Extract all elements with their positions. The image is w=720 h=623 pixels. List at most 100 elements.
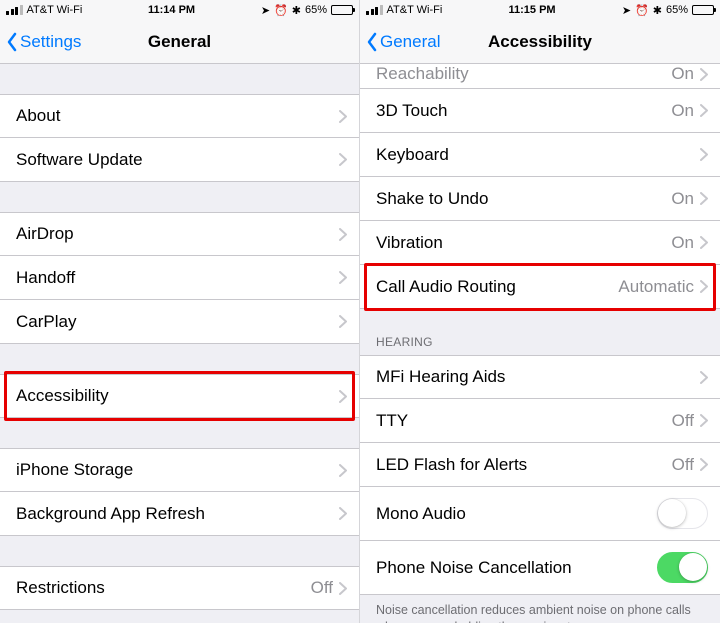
row-value: Off bbox=[672, 411, 694, 431]
row-handoff[interactable]: Handoff bbox=[0, 256, 359, 300]
row-phone-noise-cancellation[interactable]: Phone Noise Cancellation bbox=[360, 541, 720, 595]
row-label: LED Flash for Alerts bbox=[376, 455, 672, 475]
row-label: Call Audio Routing bbox=[376, 277, 618, 297]
row-vibration[interactable]: Vibration On bbox=[360, 221, 720, 265]
row-label: Restrictions bbox=[16, 578, 311, 598]
settings-list: Reachability On 3D Touch On Keyboard Sha… bbox=[360, 64, 720, 623]
row-label: Handoff bbox=[16, 268, 339, 288]
row-3d-touch[interactable]: 3D Touch On bbox=[360, 89, 720, 133]
chevron-left-icon bbox=[366, 32, 378, 52]
battery-icon bbox=[331, 5, 353, 15]
back-button[interactable]: Settings bbox=[0, 32, 87, 52]
row-label: Software Update bbox=[16, 150, 339, 170]
row-label: Reachability bbox=[376, 64, 671, 84]
chevron-left-icon bbox=[6, 32, 18, 52]
row-airdrop[interactable]: AirDrop bbox=[0, 212, 359, 256]
section-footer-hearing: Noise cancellation reduces ambient noise… bbox=[360, 595, 720, 623]
row-value: On bbox=[671, 64, 694, 84]
chevron-right-icon bbox=[339, 390, 347, 403]
chevron-right-icon bbox=[339, 582, 347, 595]
chevron-right-icon bbox=[700, 192, 708, 205]
row-label: 3D Touch bbox=[376, 101, 671, 121]
chevron-right-icon bbox=[700, 414, 708, 427]
clock: 11:14 PM bbox=[82, 4, 261, 16]
row-tty[interactable]: TTY Off bbox=[360, 399, 720, 443]
bluetooth-icon: ✱ bbox=[653, 4, 662, 17]
chevron-right-icon bbox=[700, 68, 708, 81]
nav-bar: Settings General bbox=[0, 20, 359, 64]
screenshot-accessibility-settings: AT&T Wi-Fi 11:15 PM ➤ ⏰ ✱ 65% General Ac… bbox=[360, 0, 720, 623]
chevron-right-icon bbox=[339, 315, 347, 328]
row-restrictions[interactable]: Restrictions Off bbox=[0, 566, 359, 610]
row-accessibility[interactable]: Accessibility bbox=[0, 374, 359, 418]
row-label: Keyboard bbox=[376, 145, 700, 165]
signal-icon bbox=[366, 5, 383, 15]
row-mono-audio[interactable]: Mono Audio bbox=[360, 487, 720, 541]
carrier-label: AT&T Wi-Fi bbox=[387, 4, 443, 16]
row-shake-to-undo[interactable]: Shake to Undo On bbox=[360, 177, 720, 221]
row-mfi-hearing-aids[interactable]: MFi Hearing Aids bbox=[360, 355, 720, 399]
status-bar: AT&T Wi-Fi 11:14 PM ➤ ⏰ ✱ 65% bbox=[0, 0, 359, 20]
chevron-right-icon bbox=[339, 271, 347, 284]
chevron-right-icon bbox=[700, 371, 708, 384]
screenshot-general-settings: AT&T Wi-Fi 11:14 PM ➤ ⏰ ✱ 65% Settings G… bbox=[0, 0, 360, 623]
chevron-right-icon bbox=[339, 464, 347, 477]
clock: 11:15 PM bbox=[442, 4, 622, 16]
toggle-mono-audio[interactable] bbox=[657, 498, 708, 529]
chevron-right-icon bbox=[700, 148, 708, 161]
signal-icon bbox=[6, 5, 23, 15]
alarm-icon: ⏰ bbox=[635, 4, 649, 17]
chevron-right-icon bbox=[700, 104, 708, 117]
row-label: MFi Hearing Aids bbox=[376, 367, 700, 387]
row-value: On bbox=[671, 101, 694, 121]
row-value: Automatic bbox=[618, 277, 694, 297]
row-value: On bbox=[671, 189, 694, 209]
battery-icon bbox=[692, 5, 714, 15]
bluetooth-icon: ✱ bbox=[292, 4, 301, 17]
row-about[interactable]: About bbox=[0, 94, 359, 138]
row-value: Off bbox=[672, 455, 694, 475]
chevron-right-icon bbox=[700, 458, 708, 471]
row-label: About bbox=[16, 106, 339, 126]
row-software-update[interactable]: Software Update bbox=[0, 138, 359, 182]
row-label: Shake to Undo bbox=[376, 189, 671, 209]
location-icon: ➤ bbox=[622, 4, 631, 17]
chevron-right-icon bbox=[339, 228, 347, 241]
row-led-flash-for-alerts[interactable]: LED Flash for Alerts Off bbox=[360, 443, 720, 487]
row-label: AirDrop bbox=[16, 224, 339, 244]
back-button[interactable]: General bbox=[360, 32, 446, 52]
row-carplay[interactable]: CarPlay bbox=[0, 300, 359, 344]
chevron-right-icon bbox=[339, 507, 347, 520]
alarm-icon: ⏰ bbox=[274, 4, 288, 17]
chevron-right-icon bbox=[700, 236, 708, 249]
row-keyboard[interactable]: Keyboard bbox=[360, 133, 720, 177]
location-icon: ➤ bbox=[261, 4, 270, 17]
row-value: Off bbox=[311, 578, 333, 598]
row-background-app-refresh[interactable]: Background App Refresh bbox=[0, 492, 359, 536]
back-label: General bbox=[380, 32, 440, 52]
row-value: On bbox=[671, 233, 694, 253]
nav-bar: General Accessibility bbox=[360, 20, 720, 64]
row-reachability[interactable]: Reachability On bbox=[360, 64, 720, 89]
row-call-audio-routing[interactable]: Call Audio Routing Automatic bbox=[360, 265, 720, 309]
toggle-phone-noise-cancellation[interactable] bbox=[657, 552, 708, 583]
chevron-right-icon bbox=[700, 280, 708, 293]
settings-list: About Software Update AirDrop Handoff bbox=[0, 64, 359, 623]
battery-percent: 65% bbox=[305, 4, 327, 16]
carrier-label: AT&T Wi-Fi bbox=[27, 4, 83, 16]
section-header-hearing: HEARING bbox=[360, 329, 720, 355]
row-label: CarPlay bbox=[16, 312, 339, 332]
row-label: Mono Audio bbox=[376, 504, 657, 524]
back-label: Settings bbox=[20, 32, 81, 52]
row-label: Background App Refresh bbox=[16, 504, 339, 524]
row-label: Vibration bbox=[376, 233, 671, 253]
row-label: Phone Noise Cancellation bbox=[376, 558, 657, 578]
status-bar: AT&T Wi-Fi 11:15 PM ➤ ⏰ ✱ 65% bbox=[360, 0, 720, 20]
chevron-right-icon bbox=[339, 153, 347, 166]
row-label: Accessibility bbox=[16, 386, 339, 406]
row-label: iPhone Storage bbox=[16, 460, 339, 480]
row-label: TTY bbox=[376, 411, 672, 431]
chevron-right-icon bbox=[339, 110, 347, 123]
row-iphone-storage[interactable]: iPhone Storage bbox=[0, 448, 359, 492]
battery-percent: 65% bbox=[666, 4, 688, 16]
